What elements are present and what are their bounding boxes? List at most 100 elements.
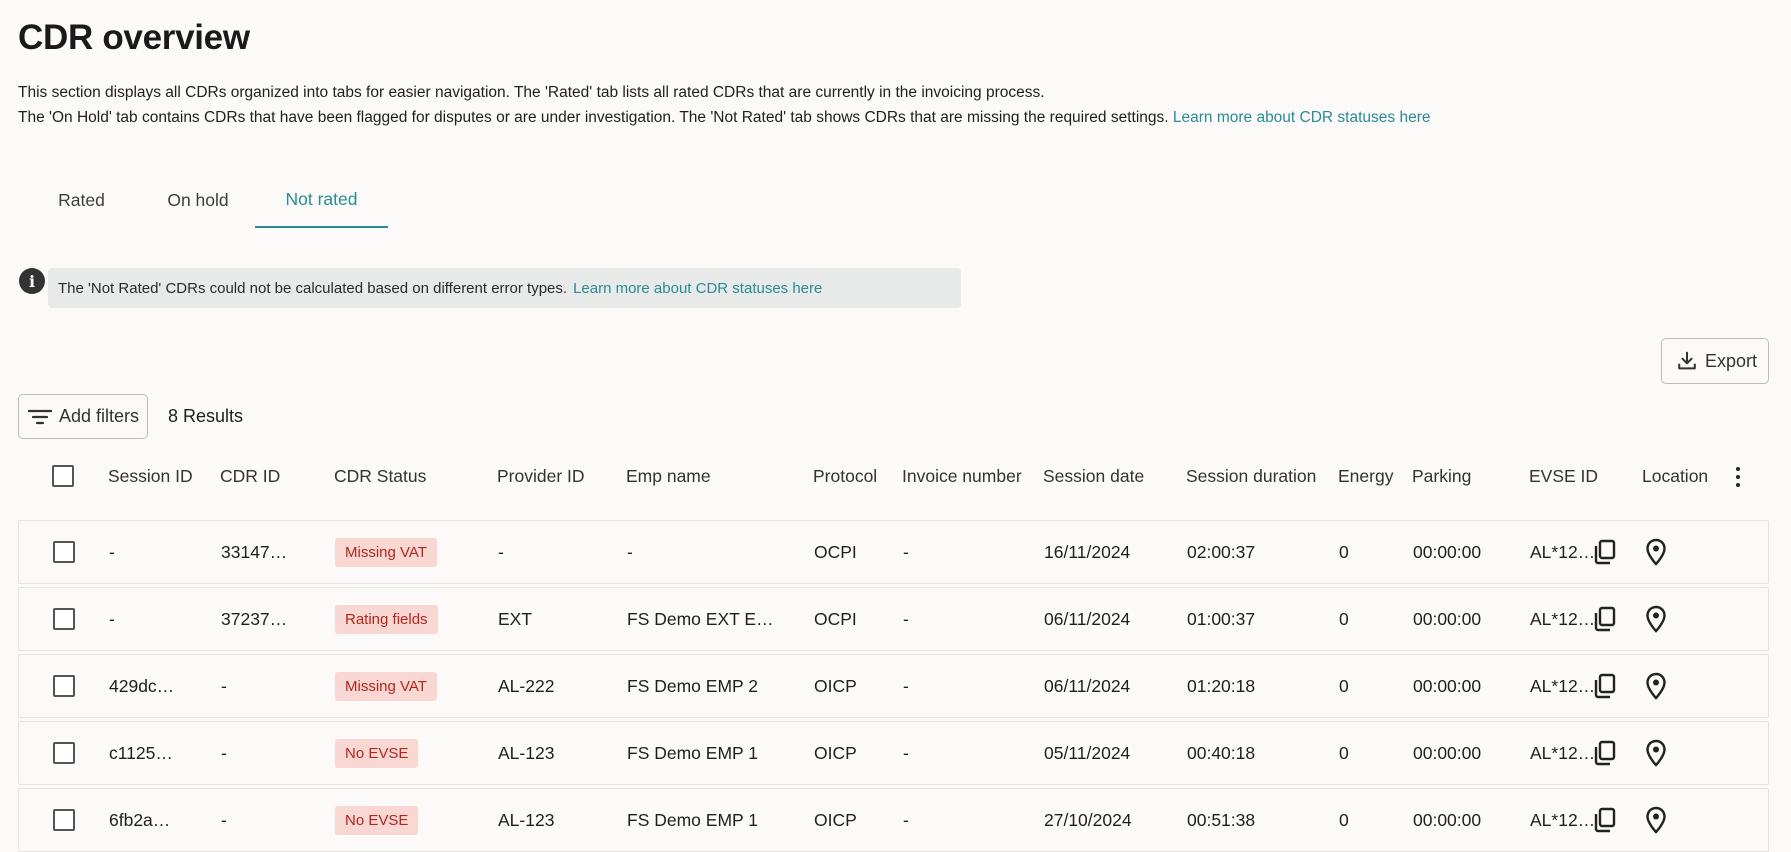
header-invoice-number[interactable]: Invoice number <box>902 466 1022 487</box>
download-icon <box>1678 351 1696 370</box>
header-parking[interactable]: Parking <box>1412 466 1471 487</box>
cell-emp-name: FS Demo EMP 2 <box>627 675 758 696</box>
cell-invoice-number: - <box>903 675 909 696</box>
export-button[interactable]: Export <box>1661 338 1769 384</box>
header-energy[interactable]: Energy <box>1338 466 1393 487</box>
info-icon: i <box>19 268 45 294</box>
cell-provider-id: - <box>498 541 504 562</box>
cell-session-duration: 00:51:38 <box>1187 809 1256 830</box>
location-pin-icon[interactable] <box>1645 739 1667 772</box>
header-emp-name[interactable]: Emp name <box>626 466 711 487</box>
cell-session-duration: 02:00:37 <box>1187 541 1256 562</box>
header-location[interactable]: Location <box>1642 466 1708 487</box>
cell-evse-id: AL*12… <box>1530 541 1596 562</box>
cell-evse-id: AL*12… <box>1530 742 1596 763</box>
cell-emp-name: - <box>627 541 633 562</box>
cell-provider-id: AL-123 <box>498 742 555 763</box>
tab-not-rated[interactable]: Not rated <box>255 172 388 228</box>
location-pin-icon[interactable] <box>1645 538 1667 571</box>
header-cdr-status[interactable]: CDR Status <box>334 466 426 487</box>
add-filters-button[interactable]: Add filters <box>18 394 148 439</box>
tab-rated[interactable]: Rated <box>22 172 141 228</box>
cell-emp-name: FS Demo EMP 1 <box>627 809 758 830</box>
cell-energy: 0 <box>1339 809 1349 830</box>
header-evse-id[interactable]: EVSE ID <box>1529 466 1598 487</box>
cell-invoice-number: - <box>903 608 909 629</box>
location-pin-icon[interactable] <box>1645 672 1667 705</box>
copy-icon[interactable] <box>1593 606 1617 637</box>
cell-cdr-status: Missing VAT <box>335 521 437 583</box>
cell-cdr-id: - <box>221 809 227 830</box>
cell-session-id: - <box>109 608 115 629</box>
table-row[interactable]: - 33147… Missing VAT - - OCPI - 16/11/2024 02:00… <box>18 520 1769 584</box>
cell-session-duration: 01:00:37 <box>1187 608 1256 629</box>
table-row[interactable]: 429dc… - Missing VAT AL-222 FS Demo EMP 2 OIC… <box>18 654 1769 718</box>
cell-cdr-id: 33147… <box>221 541 288 562</box>
results-count: 8 Results <box>168 406 244 426</box>
cell-cdr-id: - <box>221 675 227 696</box>
select-all-checkbox[interactable] <box>52 465 74 487</box>
cell-cdr-status: Missing VAT <box>335 655 437 717</box>
cell-session-id: - <box>109 541 115 562</box>
header-session-id[interactable]: Session ID <box>108 466 193 487</box>
table-row[interactable]: 6fb2a… - No EVSE AL-123 FS Demo EMP 1 OICP - 27… <box>18 788 1769 852</box>
cell-energy: 0 <box>1339 541 1349 562</box>
cell-cdr-status: No EVSE <box>335 789 419 851</box>
header-session-date[interactable]: Session date <box>1043 466 1144 487</box>
row-checkbox[interactable] <box>53 541 75 563</box>
cell-cdr-status: No EVSE <box>335 722 419 784</box>
cell-protocol: OCPI <box>814 541 857 562</box>
cell-provider-id: EXT <box>498 608 533 629</box>
location-pin-icon[interactable] <box>1645 806 1667 839</box>
cdr-overview-page: CDR overview This section displays all C… <box>0 0 1791 852</box>
location-pin-icon[interactable] <box>1645 605 1667 638</box>
add-filters-label: Add filters <box>59 406 140 426</box>
description-line-1: This section displays all CDRs organized… <box>18 84 1045 101</box>
status-badge: No EVSE <box>335 805 419 835</box>
row-checkbox[interactable] <box>53 809 75 831</box>
cell-provider-id: AL-123 <box>498 809 555 830</box>
cell-parking: 00:00:00 <box>1413 809 1482 830</box>
row-checkbox[interactable] <box>53 608 75 630</box>
cell-invoice-number: - <box>903 742 909 763</box>
status-badge: Missing VAT <box>335 537 437 567</box>
cell-protocol: OICP <box>814 809 857 830</box>
cell-evse-id: AL*12… <box>1530 608 1596 629</box>
cell-evse-id: AL*12… <box>1530 675 1596 696</box>
cell-session-date: 16/11/2024 <box>1044 541 1131 562</box>
cell-protocol: OICP <box>814 675 857 696</box>
page-title: CDR overview <box>18 18 250 57</box>
export-button-label: Export <box>1705 350 1758 371</box>
cell-provider-id: AL-222 <box>498 675 555 696</box>
copy-icon[interactable] <box>1593 740 1617 771</box>
header-session-duration[interactable]: Session duration <box>1186 466 1316 487</box>
row-checkbox[interactable] <box>53 742 75 764</box>
more-vertical-icon[interactable] <box>1728 464 1748 490</box>
cell-session-duration: 01:20:18 <box>1187 675 1256 696</box>
cell-cdr-status: Rating fields <box>335 588 438 650</box>
cell-emp-name: FS Demo EXT E… <box>627 608 774 629</box>
header-cdr-id[interactable]: CDR ID <box>220 466 280 487</box>
copy-icon[interactable] <box>1593 807 1617 838</box>
description-learn-more-link[interactable]: Learn more about CDR statuses here <box>1173 109 1431 126</box>
tab-on-hold[interactable]: On hold <box>141 172 255 228</box>
cell-session-id: 6fb2a… <box>109 809 171 830</box>
status-badge: Rating fields <box>335 604 438 634</box>
cell-energy: 0 <box>1339 608 1349 629</box>
info-learn-more-link[interactable]: Learn more about CDR statuses here <box>573 280 822 297</box>
cell-parking: 00:00:00 <box>1413 742 1482 763</box>
copy-icon[interactable] <box>1593 673 1617 704</box>
cell-invoice-number: - <box>903 541 909 562</box>
table-row[interactable]: c1125… - No EVSE AL-123 FS Demo EMP 1 OICP - 05… <box>18 721 1769 785</box>
info-banner: The 'Not Rated' CDRs could not be calcul… <box>48 268 961 308</box>
cell-parking: 00:00:00 <box>1413 675 1482 696</box>
cell-evse-id: AL*12… <box>1530 809 1596 830</box>
cell-invoice-number: - <box>903 809 909 830</box>
description-line-2: The 'On Hold' tab contains CDRs that hav… <box>18 105 1430 130</box>
copy-icon[interactable] <box>1593 539 1617 570</box>
row-checkbox[interactable] <box>53 675 75 697</box>
header-provider-id[interactable]: Provider ID <box>497 466 585 487</box>
header-protocol[interactable]: Protocol <box>813 466 877 487</box>
cell-protocol: OICP <box>814 742 857 763</box>
table-row[interactable]: - 37237… Rating fields EXT FS Demo EXT E… OCP… <box>18 587 1769 651</box>
